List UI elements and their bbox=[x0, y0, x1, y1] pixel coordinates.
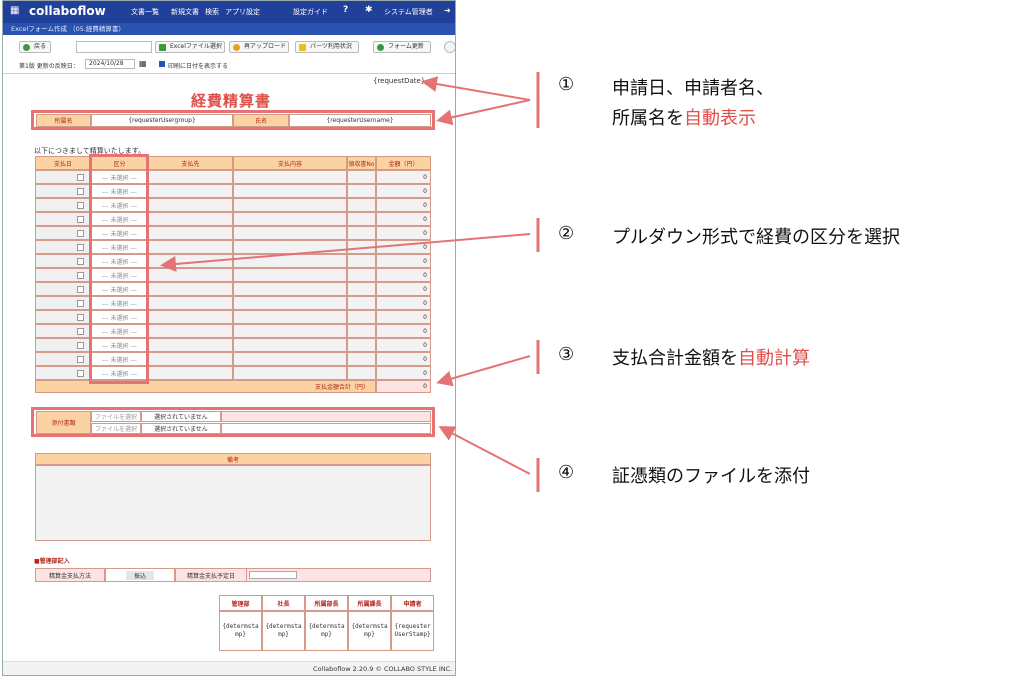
annotation-3-textb: 自動計算 bbox=[738, 348, 810, 369]
annotation-1-line2b: 自動表示 bbox=[684, 108, 756, 129]
annotation-1-line1: 申請日、申請者名、 bbox=[612, 78, 774, 99]
annotation-4-text: 証憑類のファイルを添付 bbox=[612, 466, 810, 487]
arrow-4 bbox=[438, 426, 531, 475]
annotation-3-text: 支払合計金額を自動計算 bbox=[612, 344, 810, 370]
annotation-2-text: プルダウン形式で経費の区分を選択 bbox=[612, 227, 900, 248]
annotation-4-number: ④ bbox=[558, 462, 575, 483]
arrow-1a bbox=[421, 76, 531, 101]
annotation-3-texta: 支払合計金額を bbox=[612, 348, 738, 369]
arrow-2 bbox=[160, 233, 531, 272]
annotation-3-number: ③ bbox=[558, 344, 575, 365]
arrow-1b bbox=[436, 99, 531, 126]
annotation-1-number: ① bbox=[558, 74, 575, 95]
arrow-3 bbox=[436, 355, 531, 387]
annotation-arrows bbox=[160, 72, 540, 492]
annotation-1-line2a: 所属名を bbox=[612, 108, 684, 129]
annotation-1-line2: 所属名を自動表示 bbox=[612, 104, 756, 130]
annotation-2-number: ② bbox=[558, 223, 575, 244]
